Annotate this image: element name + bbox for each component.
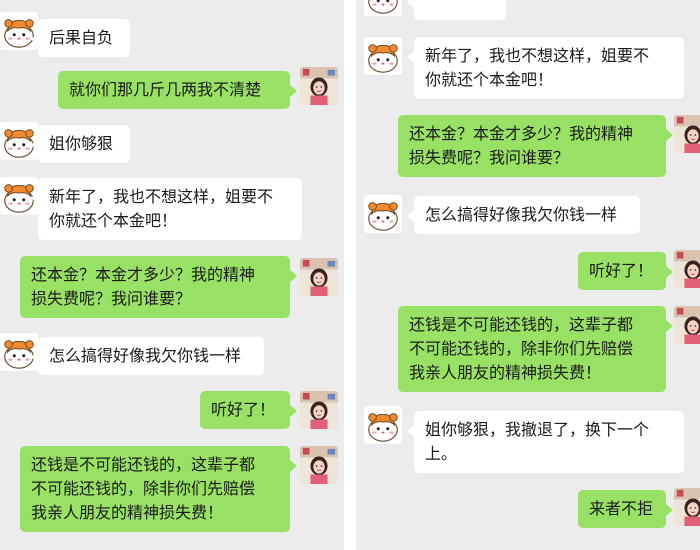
- message-text-line: 还钱是不可能还钱的，这辈子都: [409, 315, 634, 334]
- message-bubble: 还钱是不可能还钱的，这辈子都 不可能还钱的，除非你们先赔偿 我亲人朋友的精神损失…: [398, 306, 673, 392]
- message-bubble: 怎么搞得好像我欠你钱一样: [407, 196, 640, 234]
- message-text-line: 你就还个本金吧！: [425, 70, 554, 89]
- message-bubble: 还本金？本金才多少？我的精神 损失费呢？我问谁要？: [20, 256, 297, 318]
- message-text-line: 姐你够狠，我撤退了，换下一个: [425, 420, 650, 439]
- message-text-line: 损失费呢？我问谁要？: [409, 148, 570, 167]
- message-bubble: 听好了！: [578, 252, 673, 290]
- message-bubble: 新年了，我也不想这样，姐要不 你就还个本金吧！: [31, 178, 302, 240]
- message-text-line: 不可能还钱的，除非你们先赔偿: [31, 479, 256, 498]
- message-text: 怎么搞得好像我欠你钱一样: [49, 346, 242, 365]
- user-avatar-icon[interactable]: [674, 306, 700, 344]
- message-text-line: 我亲人朋友的精神损失费！: [31, 503, 224, 522]
- contact-avatar-icon[interactable]: [364, 37, 402, 75]
- message-text-line: 我亲人朋友的精神损失费！: [409, 363, 602, 382]
- message-bubble: 后果自负: [31, 19, 130, 57]
- message-text: 姐你够狠: [49, 134, 114, 153]
- screenshot-collage: 后果自负 就你们那几斤几两我不清楚 姐你够狠 新年了，我也不想这样，姐要不 你就…: [0, 0, 700, 550]
- chat-panel-left[interactable]: 后果自负 就你们那几斤几两我不清楚 姐你够狠 新年了，我也不想这样，姐要不 你就…: [0, 0, 344, 550]
- message-outgoing: 还钱是不可能还钱的，这辈子都 不可能还钱的，除非你们先赔偿 我亲人朋友的精神损失…: [0, 0, 344, 532]
- contact-avatar-icon[interactable]: [364, 0, 402, 16]
- message-bubble-cropped: [407, 0, 506, 20]
- message-text-line: 还本金？本金才多少？我的精神: [31, 265, 256, 284]
- user-avatar-icon[interactable]: [300, 446, 338, 484]
- message-bubble: 还钱是不可能还钱的，这辈子都 不可能还钱的，除非你们先赔偿 我亲人朋友的精神损失…: [20, 446, 297, 532]
- message-outgoing: 来者不拒: [356, 0, 700, 528]
- message-bubble: 来者不拒: [578, 490, 673, 528]
- message-text: 来者不拒: [589, 499, 654, 518]
- message-bubble: 还本金？本金才多少？我的精神 损失费呢？我问谁要？: [398, 115, 673, 177]
- contact-avatar-icon[interactable]: [364, 195, 402, 233]
- user-avatar-icon[interactable]: [674, 250, 700, 288]
- message-text: 听好了！: [211, 400, 276, 419]
- message-bubble: 怎么搞得好像我欠你钱一样: [31, 337, 264, 375]
- user-avatar-icon[interactable]: [674, 115, 700, 153]
- user-avatar-icon[interactable]: [300, 67, 338, 105]
- contact-avatar-icon[interactable]: [364, 406, 402, 444]
- user-avatar-icon[interactable]: [300, 391, 338, 429]
- message-text: 怎么搞得好像我欠你钱一样: [425, 205, 618, 224]
- message-bubble: 新年了，我也不想这样，姐要不 你就还个本金吧！: [407, 37, 684, 99]
- message-text: 就你们那几斤几两我不清楚: [69, 80, 262, 99]
- message-bubble: 姐你够狠，我撤退了，换下一个 上。: [407, 411, 684, 473]
- chat-panel-right[interactable]: 新年了，我也不想这样，姐要不 你就还个本金吧！ 还本金？本金才多少？我的精神 损…: [356, 0, 700, 550]
- message-text-line: 你就还个本金吧！: [49, 211, 178, 230]
- message-text-line: 新年了，我也不想这样，姐要不: [49, 187, 274, 206]
- user-avatar-icon[interactable]: [674, 488, 700, 526]
- message-text-line: 不可能还钱的，除非你们先赔偿: [409, 339, 634, 358]
- message-text: 后果自负: [49, 28, 114, 47]
- message-bubble: 就你们那几斤几两我不清楚: [58, 71, 297, 109]
- message-text: 听好了！: [589, 261, 654, 280]
- message-text-line: 损失费呢？我问谁要？: [31, 289, 192, 308]
- message-text-line: 上。: [425, 444, 458, 463]
- message-bubble: 姐你够狠: [31, 125, 130, 163]
- message-text-line: 还钱是不可能还钱的，这辈子都: [31, 455, 256, 474]
- user-avatar-icon[interactable]: [300, 258, 338, 296]
- message-text-line: 还本金？本金才多少？我的精神: [409, 124, 634, 143]
- message-text-line: 新年了，我也不想这样，姐要不: [425, 46, 650, 65]
- message-bubble: 听好了！: [200, 391, 297, 429]
